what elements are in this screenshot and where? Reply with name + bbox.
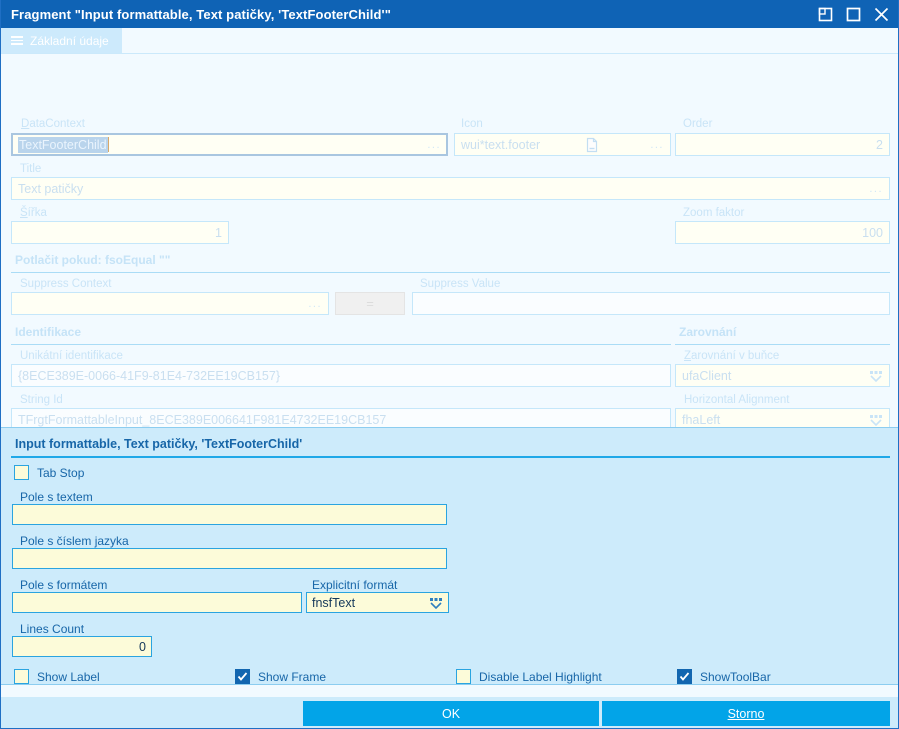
show-label-label: Show Label (37, 669, 100, 684)
sirka-input[interactable]: 1 (11, 221, 229, 244)
zarovnani-v-bunce-label: Zarovnání v buňce (684, 350, 780, 362)
pole-s-cislem-jazyka-input[interactable] (12, 548, 447, 569)
icon-ellipsis-button[interactable]: ... (644, 139, 664, 151)
order-label: Order (683, 118, 713, 130)
cancel-button[interactable]: Storno (602, 701, 890, 726)
string-id-label: String Id (20, 394, 63, 406)
pole-s-formatem-input[interactable] (12, 592, 302, 613)
explicitni-format-select[interactable]: fnsfText (306, 592, 449, 613)
icon-value: wui*text.footer (461, 137, 541, 152)
ok-button[interactable]: OK (303, 701, 599, 726)
pole-s-textem-label: Pole s textem (20, 490, 93, 504)
suppress-value-label: Suppress Value (420, 278, 501, 290)
suppress-operator-label: = (366, 296, 374, 311)
showtoolbar-label: ShowToolBar (700, 669, 771, 684)
window-controls (817, 0, 898, 28)
form-body: DataContext TextFooterChild ... Icon wui… (1, 54, 898, 697)
chevron-down-icon[interactable] (869, 413, 883, 427)
tab-zakladni-udaje[interactable]: Základní údaje (1, 28, 122, 53)
datacontext-label: DataContext (21, 118, 85, 130)
tab-strip: Základní údaje (1, 28, 898, 54)
tab-label: Základní údaje (30, 33, 109, 48)
showtoolbar-checkbox[interactable]: ShowToolBar (677, 669, 771, 684)
zoom-faktor-label: Zoom faktor (683, 207, 745, 219)
order-value: 2 (876, 137, 883, 152)
maximize-window-button[interactable] (845, 6, 862, 23)
window-titlebar: Fragment "Input formattable, Text patičk… (1, 0, 898, 28)
lines-count-value: 0 (139, 639, 146, 654)
unikatni-identifikace-input[interactable]: {8ECE389E-0066-41F9-81E4-732EE19CB157} (11, 364, 671, 387)
list-icon (11, 36, 23, 45)
title-input[interactable]: Text patičky ... (11, 177, 890, 200)
pole-s-textem-input[interactable] (12, 504, 447, 525)
zoom-faktor-input[interactable]: 100 (675, 221, 890, 244)
checkbox-box[interactable] (456, 669, 471, 684)
checkbox-box[interactable] (235, 669, 250, 684)
restore-window-button[interactable] (817, 6, 834, 23)
sirka-label: Šířka (20, 207, 47, 219)
suppress-operator-button[interactable]: = (335, 292, 405, 315)
window-title: Fragment "Input formattable, Text patičk… (11, 6, 391, 22)
suppress-context-ellipsis-button[interactable]: ... (302, 298, 322, 310)
datacontext-input[interactable]: TextFooterChild ... (11, 133, 448, 156)
lines-count-label: Lines Count (20, 622, 85, 636)
unikatni-identifikace-label: Unikátní identifikace (20, 350, 123, 362)
show-frame-label: Show Frame (258, 669, 327, 684)
title-ellipsis-button[interactable]: ... (863, 183, 883, 195)
zarovnani-group-title: Zarovnání (679, 325, 737, 339)
order-input[interactable]: 2 (675, 133, 890, 156)
zarovnani-v-bunce-value: ufaClient (682, 368, 732, 383)
input-formattable-panel: Input formattable, Text patičky, 'TextFo… (1, 427, 898, 685)
pole-s-cislem-jazyka-label: Pole s číslem jazyka (20, 534, 129, 548)
document-icon[interactable] (585, 137, 600, 153)
suppress-context-label: Suppress Context (20, 278, 112, 290)
explicitni-format-value: fnsfText (312, 595, 356, 610)
panel-rule (11, 456, 890, 458)
dialog-footer: OK Storno (1, 697, 898, 728)
sirka-value: 1 (215, 225, 222, 240)
title-value: Text patičky (18, 181, 84, 196)
show-label-checkbox[interactable]: Show Label (14, 669, 100, 684)
zarovnani-v-bunce-select[interactable]: ufaClient (675, 364, 890, 387)
zoom-faktor-value: 100 (862, 225, 883, 240)
disable-label-highlight-label: Disable Label Highlight (479, 669, 602, 684)
string-id-value: TFrgtFormattableInput_8ECE389E006641F981… (18, 412, 387, 427)
suppress-group-rule (11, 272, 890, 273)
show-frame-checkbox[interactable]: Show Frame (235, 669, 326, 684)
explicitni-format-label: Explicitní formát (312, 578, 398, 592)
disable-label-highlight-checkbox[interactable]: Disable Label Highlight (456, 669, 602, 684)
chevron-down-icon[interactable] (869, 369, 883, 383)
tab-stop-label: Tab Stop (37, 465, 85, 480)
fragment-editor-window: Fragment "Input formattable, Text patičk… (0, 0, 899, 729)
identifikace-group-title: Identifikace (15, 325, 82, 339)
lines-count-input[interactable]: 0 (12, 636, 152, 657)
checkbox-box[interactable] (677, 669, 692, 684)
icon-label: Icon (461, 118, 483, 130)
pole-s-formatem-label: Pole s formátem (20, 578, 108, 592)
zarovnani-group-rule (675, 344, 890, 345)
suppress-group-title: Potlačit pokud: fsoEqual "" (15, 253, 171, 267)
checkbox-box[interactable] (14, 465, 29, 480)
unikatni-identifikace-value: {8ECE389E-0066-41F9-81E4-732EE19CB157} (18, 368, 280, 383)
title-label: Title (20, 163, 42, 175)
ok-button-label: OK (441, 706, 461, 721)
chevron-down-icon[interactable] (429, 596, 443, 610)
checkbox-box[interactable] (14, 669, 29, 684)
horizontal-alignment-value: fhaLeft (682, 412, 721, 427)
tab-stop-checkbox[interactable]: Tab Stop (14, 465, 84, 480)
close-window-button[interactable] (873, 6, 890, 23)
cancel-button-label: Storno (727, 706, 765, 721)
datacontext-ellipsis-button[interactable]: ... (421, 139, 441, 151)
suppress-context-input[interactable]: ... (11, 292, 329, 315)
suppress-value-input[interactable] (412, 292, 890, 315)
panel-title: Input formattable, Text patičky, 'TextFo… (15, 437, 303, 451)
identifikace-group-rule (11, 344, 671, 345)
icon-input[interactable]: wui*text.footer ... (454, 133, 671, 156)
horizontal-alignment-label: Horizontal Alignment (684, 394, 790, 406)
datacontext-value: TextFooterChild (18, 136, 108, 153)
